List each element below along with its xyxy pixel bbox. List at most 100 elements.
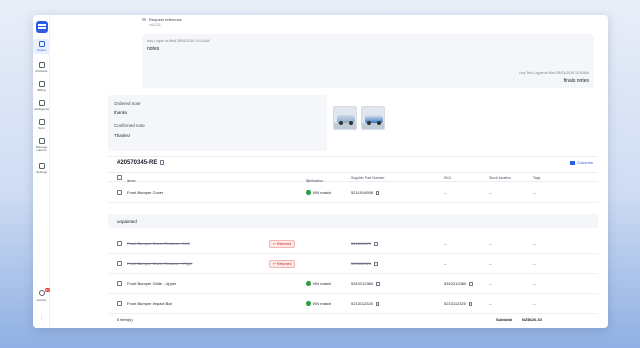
sku: --	[444, 241, 447, 246]
sidebar-item-activity[interactable]: 99 Activity	[33, 288, 50, 302]
group-header: unpainted	[108, 214, 598, 228]
sku: --	[444, 261, 447, 266]
item-name: Front Bumper Impact Bar	[127, 301, 172, 306]
verification-status: VIN match	[306, 281, 331, 286]
confirmed-note-value: Thanks!	[114, 133, 131, 138]
copy-icon[interactable]	[469, 281, 473, 286]
item-count: 5 item(s)	[117, 317, 133, 322]
sidebar-item-billing[interactable]: Billing	[33, 81, 50, 92]
item-name: Front Bumper Cover Retainer - Right	[127, 261, 193, 266]
sku: 5310212360	[444, 281, 473, 286]
purchase-order-panel: #20570345-RE Columns ⌄ Items Verificatio…	[108, 156, 598, 326]
note-text: notes	[147, 46, 160, 52]
return-icon: ↩	[273, 242, 276, 246]
intelligence-icon	[38, 100, 45, 106]
verification-status: VIN match	[306, 190, 331, 195]
copy-icon[interactable]	[375, 190, 380, 195]
damage-photo-thumbnail[interactable]	[361, 106, 385, 130]
sidebar-item-intelligence[interactable]: Intelligence	[33, 100, 50, 111]
bell-icon: 99	[38, 288, 50, 296]
columns-icon	[570, 161, 576, 165]
supplier-part-number: 5213112320	[351, 301, 380, 306]
table-row[interactable]: Front Bumper Cover Retainer - Right ↩ Re…	[108, 254, 598, 274]
check-circle-icon	[306, 301, 311, 306]
tags: --	[533, 281, 536, 286]
item-name: Front Bumper Cover	[127, 190, 164, 195]
order-number: #20570345-RE	[117, 160, 165, 166]
tags: --	[533, 261, 536, 266]
header-sku: SKU	[444, 176, 452, 180]
header-stock-location: Stock location	[489, 176, 511, 180]
supplier-part-number: 5211914958	[351, 190, 380, 195]
table-row[interactable]: Front Bumper Grille - Upper VIN match 53…	[108, 274, 598, 294]
sku: --	[444, 190, 447, 195]
sidebar-item-products[interactable]: Products	[33, 62, 50, 73]
tags: --	[533, 190, 536, 195]
supplier-part-number: 521612470	[351, 241, 378, 246]
stock-location: --	[489, 261, 492, 266]
car-icon	[38, 138, 45, 144]
stock-location: --	[489, 281, 492, 286]
copy-icon[interactable]	[375, 301, 380, 306]
header-supplier-part-number: Supplier Part Number	[351, 176, 385, 180]
copy-icon[interactable]	[468, 301, 473, 306]
note-text: finals notes	[563, 78, 589, 84]
header-tags: Tags	[533, 176, 541, 180]
item-name: Front Bumper Grille - Upper	[127, 281, 177, 286]
sidebar-item-damage-capture[interactable]: Damage capture	[33, 138, 50, 153]
subtotal-value: NZ$626.33	[522, 317, 542, 322]
table-row[interactable]: Front Bumper Cover Retainer - Left ↩ Ret…	[108, 234, 598, 254]
subtotal-label: Subtotal	[496, 317, 512, 322]
supplier-part-number: 5310212360	[351, 281, 380, 286]
sidebar-item-orders[interactable]: Orders	[33, 39, 50, 54]
confirmed-note-label: Confirmed note	[114, 123, 145, 128]
return-icon: ↩	[273, 262, 276, 266]
sidebar: Orders Products Billing Intelligence Syn…	[33, 15, 50, 328]
sidebar-item-settings[interactable]: Settings	[33, 163, 50, 174]
returned-badge: ↩ Returned	[269, 240, 296, 248]
request-reference-value: vn1223	[149, 23, 161, 27]
select-all-checkbox[interactable]	[117, 175, 122, 180]
row-checkbox[interactable]	[117, 301, 122, 306]
row-checkbox[interactable]	[117, 241, 122, 246]
supplier-part-number: 521612520	[351, 261, 378, 266]
note-box: Izzy Logue at Wed 28/01/2026 10:41AM not…	[142, 34, 594, 88]
copy-icon[interactable]	[374, 261, 378, 266]
tags: --	[533, 301, 536, 306]
stock-location: --	[489, 190, 492, 195]
tags: --	[533, 241, 536, 246]
ordered-note-label: Ordered note	[114, 101, 141, 106]
copy-icon[interactable]	[160, 160, 165, 165]
stock-location: --	[489, 301, 492, 306]
check-circle-icon	[306, 281, 311, 286]
app-logo-icon[interactable]	[36, 21, 48, 33]
columns-button[interactable]: Columns	[570, 160, 593, 165]
ordered-note-value: thanks	[114, 110, 128, 115]
row-checkbox[interactable]	[117, 281, 122, 286]
note-meta: Izzy Logue at Wed 28/01/2026 10:41AM	[147, 39, 210, 43]
row-checkbox[interactable]	[117, 261, 122, 266]
copy-icon[interactable]	[374, 241, 378, 246]
table-row[interactable]: Front Bumper Cover VIN match 5211914958 …	[108, 183, 598, 203]
billing-icon	[38, 81, 45, 87]
damage-photo-thumbnail[interactable]	[333, 106, 357, 130]
verification-status: VIN match	[306, 301, 331, 306]
request-reference: Request reference	[142, 17, 182, 22]
item-name: Front Bumper Cover Retainer - Left	[127, 241, 190, 246]
note-meta: Izzy Test Logue at Wed 28/01/2026 10:53A…	[519, 71, 589, 75]
table-header: ⌄ Items Verification ⓘ Supplier Part Num…	[108, 172, 598, 183]
sync-icon	[38, 119, 45, 125]
returned-badge: ↩ Returned	[269, 260, 296, 268]
reference-icon	[142, 18, 146, 21]
more-options-icon[interactable]: ⋮	[39, 315, 44, 321]
copy-icon[interactable]	[376, 281, 380, 286]
sku: 5213112320	[444, 301, 473, 306]
table-row[interactable]: Front Bumper Impact Bar VIN match 521311…	[108, 294, 598, 314]
main-content: Request reference vn1223 Izzy Logue at W…	[50, 15, 608, 328]
sidebar-item-sync[interactable]: Sync	[33, 119, 50, 130]
gear-icon	[38, 163, 45, 169]
app-window: Orders Products Billing Intelligence Syn…	[33, 15, 608, 328]
stock-location: --	[489, 241, 492, 246]
row-checkbox[interactable]	[117, 190, 122, 195]
tag-icon	[38, 62, 45, 68]
